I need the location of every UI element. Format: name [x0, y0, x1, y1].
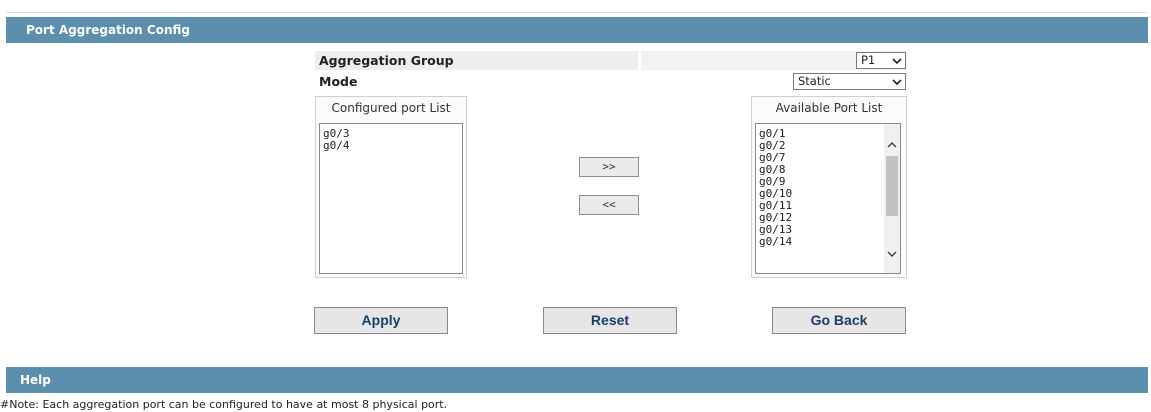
chevron-down-icon — [892, 79, 902, 86]
available-port-list-header: Available Port List — [775, 101, 883, 115]
chevron-down-icon[interactable] — [887, 249, 897, 259]
help-title: Help — [20, 373, 51, 387]
configured-port-list-header: Configured port List — [331, 101, 451, 115]
list-item[interactable]: g0/14 — [759, 236, 897, 248]
section-header-config: Port Aggregation Config — [6, 17, 1148, 43]
mode-label: Mode — [319, 74, 358, 89]
mode-row: Mode Static — [315, 72, 907, 91]
section-title: Port Aggregation Config — [26, 23, 190, 37]
add-port-button[interactable]: >> — [579, 157, 639, 177]
chevron-up-icon[interactable] — [887, 140, 897, 150]
available-port-listbox[interactable]: g0/1 g0/2 g0/7 g0/8 g0/9 g0/10 g0/11 g0/… — [755, 123, 901, 274]
vertical-scrollbar[interactable] — [884, 124, 900, 273]
configured-port-listbox[interactable]: g0/3 g0/4 — [319, 123, 463, 274]
reset-button[interactable]: Reset — [543, 307, 677, 334]
apply-button[interactable]: Apply — [314, 307, 448, 334]
list-item[interactable]: g0/4 — [323, 140, 459, 152]
go-back-button[interactable]: Go Back — [772, 307, 906, 334]
section-header-help: Help — [6, 367, 1148, 393]
help-note: #Note: Each aggregation port can be conf… — [0, 398, 448, 411]
mode-value: Static — [798, 74, 831, 88]
aggregation-group-row: Aggregation Group P1 — [315, 51, 907, 70]
scrollbar-thumb[interactable] — [886, 156, 898, 216]
aggregation-group-label: Aggregation Group — [319, 53, 454, 68]
mode-select[interactable]: Static — [793, 73, 906, 90]
top-divider — [6, 12, 1148, 13]
remove-port-button[interactable]: << — [579, 195, 639, 215]
chevron-down-icon — [892, 58, 902, 65]
aggregation-group-value: P1 — [861, 53, 876, 67]
available-port-panel: Available Port List g0/1 g0/2 g0/7 g0/8 … — [751, 96, 907, 278]
configured-port-panel: Configured port List g0/3 g0/4 — [315, 96, 467, 278]
aggregation-group-select[interactable]: P1 — [856, 52, 906, 69]
